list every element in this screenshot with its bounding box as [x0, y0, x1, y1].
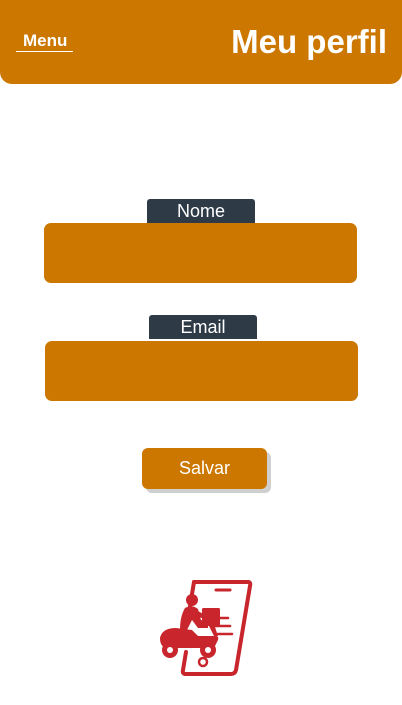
save-button[interactable]: Salvar: [142, 448, 267, 489]
profile-page: Menu Meu perfil Nome Email Salvar: [0, 0, 402, 705]
email-label: Email: [149, 315, 257, 339]
delivery-scooter-phone-icon: [160, 580, 253, 676]
name-input[interactable]: [44, 223, 357, 283]
menu-link[interactable]: Menu: [16, 31, 74, 52]
name-label: Nome: [147, 199, 255, 223]
app-header: Menu Meu perfil: [0, 0, 402, 84]
page-title: Meu perfil: [231, 23, 387, 60]
email-input[interactable]: [45, 341, 358, 401]
